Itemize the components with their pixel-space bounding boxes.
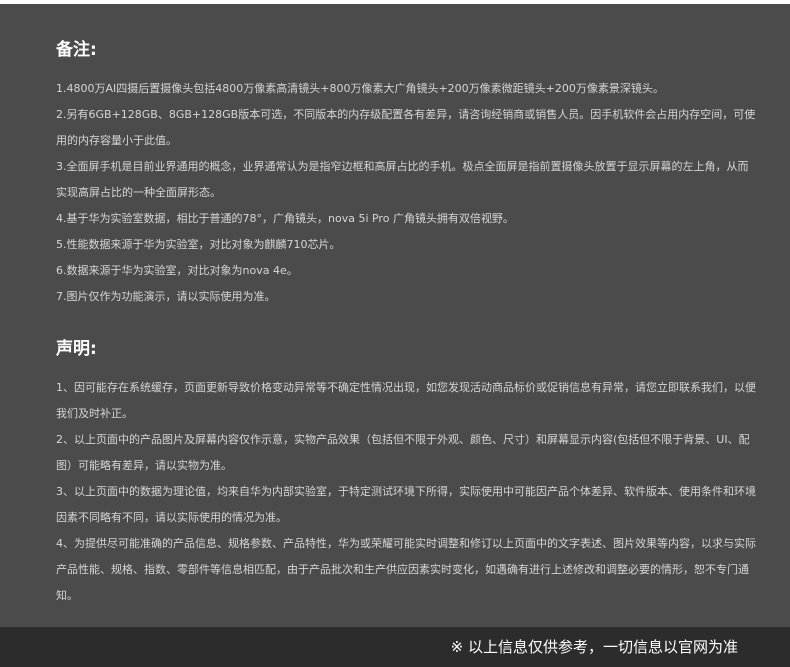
declaration-item: 1、因可能存在系统缓存，页面更新导致价格变动异常等不确定性情况出现，如您发现活动… (56, 381, 756, 420)
declaration-item: 2、以上页面中的产品图片及屏幕内容仅作示意，实物产品效果（包括但不限于外观、颜色… (56, 433, 750, 472)
note-item: 2.另有6GB+128GB、8GB+128GB版本可选，不同版本的内存级配置各有… (56, 108, 756, 147)
note-item: 4.基于华为实验室数据，相比于普通的78°，广角镜头，nova 5i Pro 广… (56, 212, 514, 225)
declaration-list: 1、因可能存在系统缓存，页面更新导致价格变动异常等不确定性情况出现，如您发现活动… (56, 375, 756, 609)
note-item: 5.性能数据来源于华为实验室，对比对象为麒麟710芯片。 (56, 238, 341, 251)
notes-section: 备注: 1.4800万AI四摄后置摄像头包括4800万像素高清镜头+800万像素… (56, 38, 756, 310)
notes-heading: 备注: (56, 40, 97, 60)
footer-bar: ※ 以上信息仅供参考，一切信息以官网为准 (0, 627, 790, 667)
declaration-item: 3、以上页面中的数据为理论值，均来自华为内部实验室，于特定测试环境下所得，实际使… (56, 485, 756, 524)
notes-list: 1.4800万AI四摄后置摄像头包括4800万像素高清镜头+800万像素大广角镜… (56, 76, 756, 310)
page: 备注: 1.4800万AI四摄后置摄像头包括4800万像素高清镜头+800万像素… (0, 0, 790, 667)
declaration-section: 声明: 1、因可能存在系统缓存，页面更新导致价格变动异常等不确定性情况出现，如您… (56, 337, 756, 609)
note-item: 7.图片仅作为功能演示，请以实际使用为准。 (56, 290, 276, 303)
note-item: 6.数据来源于华为实验室，对比对象为nova 4e。 (56, 264, 298, 277)
declaration-heading: 声明: (56, 339, 97, 359)
note-item: 3.全面屏手机是目前业界通用的概念，业界通常认为是指窄边框和高屏占比的手机。极点… (56, 160, 749, 199)
note-item: 1.4800万AI四摄后置摄像头包括4800万像素高清镜头+800万像素大广角镜… (56, 82, 664, 95)
footer-disclaimer-text: ※ 以上信息仅供参考，一切信息以官网为准 (450, 638, 738, 656)
declaration-item: 4、为提供尽可能准确的产品信息、规格参数、产品特性，华为或荣耀可能实时调整和修订… (56, 537, 756, 602)
disclaimer-panel: 备注: 1.4800万AI四摄后置摄像头包括4800万像素高清镜头+800万像素… (0, 4, 790, 627)
